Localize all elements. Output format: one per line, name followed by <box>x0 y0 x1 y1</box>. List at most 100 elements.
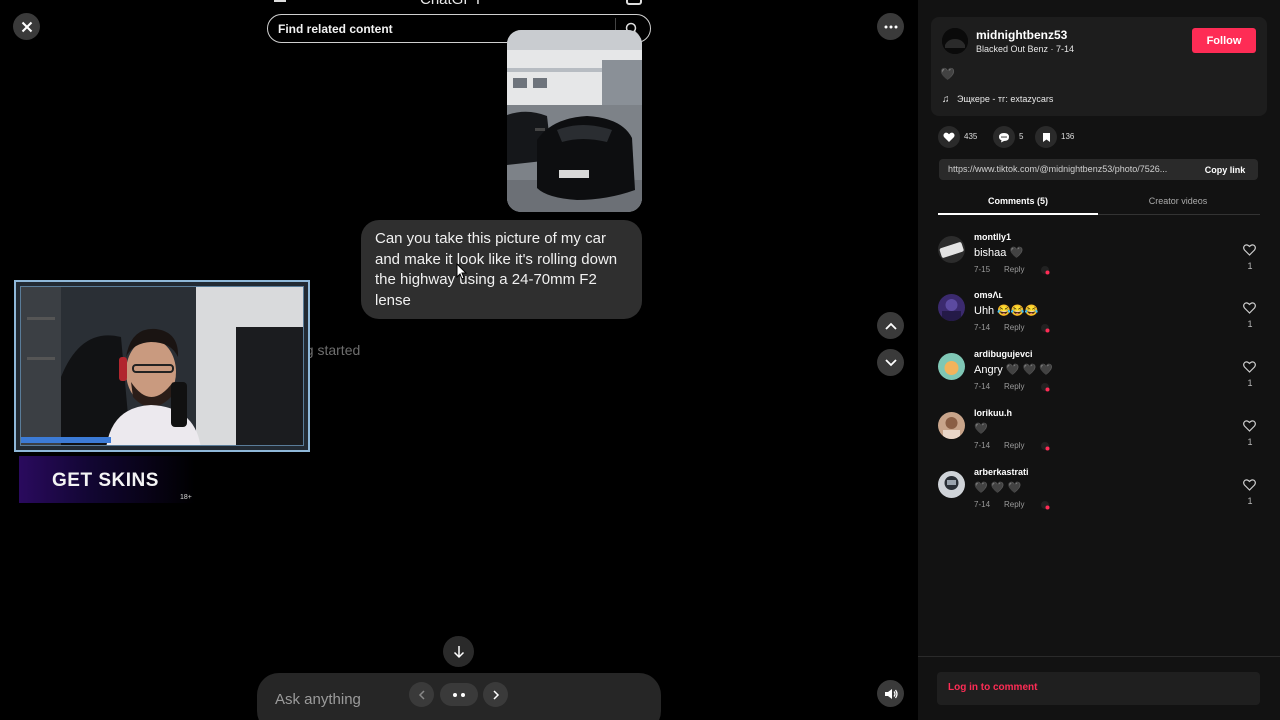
close-icon <box>21 21 32 32</box>
avatar[interactable] <box>938 471 965 498</box>
comment-text: 🖤 <box>974 423 988 435</box>
comment-date: 7-14 <box>974 500 991 509</box>
heart-outline-icon[interactable] <box>1243 361 1256 373</box>
follow-button[interactable]: Follow <box>1192 28 1256 53</box>
comment-date: 7-15 <box>974 265 991 274</box>
comment-like-count: 1 <box>1247 319 1253 329</box>
comment-item: lorikuu.h 🖤 7-14 Reply 1 <box>938 408 1260 462</box>
creator-liked-icon <box>1041 442 1050 451</box>
carousel-next-button[interactable] <box>483 682 508 707</box>
photo-viewer: ChatGPT Find related content Can you tak… <box>0 0 918 720</box>
comment-date: 7-14 <box>974 441 991 450</box>
comment-text: 🖤 🖤 🖤 <box>974 482 1022 494</box>
reply-button[interactable]: Reply <box>1004 265 1024 274</box>
reply-button[interactable]: Reply <box>1004 323 1024 332</box>
comment-icon <box>999 132 1009 142</box>
comment-username[interactable]: omɘɅʟ <box>974 290 1003 300</box>
comment-username[interactable]: ardibugujevci <box>974 349 1033 359</box>
post-link-field[interactable]: https://www.tiktok.com/@midnightbenz53/p… <box>939 159 1192 180</box>
post-caption: 🖤 <box>940 67 955 81</box>
comment-item: ardibugujevci Angry 🖤 🖤 🖤 7-14 Reply 1 <box>938 349 1260 403</box>
age-rating-label: 18+ <box>180 494 192 501</box>
comment-footer: Log in to comment <box>918 656 1280 720</box>
save-count: 136 <box>1061 132 1075 141</box>
comment-like-count: 1 <box>1247 496 1253 506</box>
chevron-right-icon <box>492 689 499 700</box>
sponsor-banner-text: GET SKINS <box>52 470 159 491</box>
comment-text: Uhh 😂😂😂 <box>974 305 1039 317</box>
creator-liked-icon <box>1041 266 1050 275</box>
panel-tabs: Comments (5) Creator videos <box>938 190 1260 215</box>
comment-date: 7-14 <box>974 382 991 391</box>
like-button[interactable] <box>938 126 960 148</box>
arrow-down-icon <box>453 645 464 658</box>
ask-input[interactable]: Ask anything <box>275 691 361 708</box>
music-note-icon: ♫ <box>942 94 950 105</box>
comment-count: 5 <box>1019 132 1024 141</box>
scroll-down-button[interactable] <box>443 636 474 667</box>
comment-item: arberkastrati 🖤 🖤 🖤 7-14 Reply 1 <box>938 467 1260 521</box>
chevron-down-icon <box>884 358 897 366</box>
post-details-panel: midnightbenz53 Blacked Out Benz · 7-14 F… <box>918 0 1280 720</box>
comment-username[interactable]: montlly1 <box>974 232 1011 242</box>
comment-item: omɘɅʟ Uhh 😂😂😂 7-14 Reply 1 <box>938 290 1260 344</box>
chevron-up-icon <box>884 322 897 330</box>
post-subtitle: Blacked Out Benz · 7-14 <box>976 44 1075 54</box>
bookmark-icon <box>1042 132 1050 142</box>
creator-liked-icon <box>1041 501 1050 510</box>
new-chat-icon <box>626 0 642 5</box>
tab-creator-videos[interactable]: Creator videos <box>1098 196 1258 206</box>
car-photo <box>507 30 642 212</box>
reply-button[interactable]: Reply <box>1004 382 1024 391</box>
carousel-dot <box>461 692 465 697</box>
heart-icon <box>943 132 955 142</box>
save-button[interactable] <box>1035 126 1057 148</box>
heart-outline-icon[interactable] <box>1243 420 1256 432</box>
comment-text: Angry 🖤 🖤 🖤 <box>974 364 1053 376</box>
avatar[interactable] <box>942 28 968 54</box>
carousel-indicator <box>440 683 478 706</box>
copy-link-button[interactable]: Copy link <box>1192 159 1258 180</box>
speaker-icon <box>884 688 898 699</box>
login-to-comment-button[interactable]: Log in to comment <box>937 672 1260 705</box>
carousel-dot <box>453 692 457 697</box>
chevron-left-icon <box>418 689 425 700</box>
avatar[interactable] <box>938 412 965 439</box>
avatar[interactable] <box>938 294 965 321</box>
menu-icon <box>274 0 286 2</box>
comment-like-count: 1 <box>1247 437 1253 447</box>
heart-outline-icon[interactable] <box>1243 479 1256 491</box>
comment-item: montlly1 bishaa 🖤 7-15 Reply 1 <box>938 232 1260 286</box>
author-username[interactable]: midnightbenz53 <box>976 28 1067 42</box>
reply-button[interactable]: Reply <box>1004 500 1024 509</box>
search-input[interactable]: Find related content <box>278 22 393 36</box>
mouse-cursor-icon <box>456 263 468 280</box>
active-tab-indicator <box>938 213 1098 215</box>
comment-like-count: 1 <box>1247 378 1253 388</box>
like-count: 435 <box>964 132 978 141</box>
comment-like-count: 1 <box>1247 261 1253 271</box>
next-post-button[interactable] <box>877 349 904 376</box>
post-info-card: midnightbenz53 Blacked Out Benz · 7-14 F… <box>931 17 1267 116</box>
close-button[interactable] <box>13 13 40 40</box>
chat-title: ChatGPT <box>420 0 483 8</box>
comment-button[interactable] <box>993 126 1015 148</box>
previous-post-button[interactable] <box>877 312 904 339</box>
reply-button[interactable]: Reply <box>1004 441 1024 450</box>
comment-date: 7-14 <box>974 323 991 332</box>
volume-button[interactable] <box>877 680 904 707</box>
user-message-bubble: Can you take this picture of my car and … <box>361 220 642 319</box>
carousel-prev-button[interactable] <box>409 682 434 707</box>
creator-liked-icon <box>1041 324 1050 333</box>
music-track-link[interactable]: Эщкере - тг: extazycars <box>957 94 1053 104</box>
more-options-button[interactable] <box>877 13 904 40</box>
ellipsis-icon <box>884 25 897 28</box>
heart-outline-icon[interactable] <box>1243 302 1256 314</box>
avatar[interactable] <box>938 353 965 380</box>
creator-liked-icon <box>1041 383 1050 392</box>
comment-username[interactable]: lorikuu.h <box>974 408 1012 418</box>
avatar[interactable] <box>938 236 965 263</box>
tab-comments[interactable]: Comments (5) <box>938 196 1098 206</box>
heart-outline-icon[interactable] <box>1243 244 1256 256</box>
comment-username[interactable]: arberkastrati <box>974 467 1029 477</box>
